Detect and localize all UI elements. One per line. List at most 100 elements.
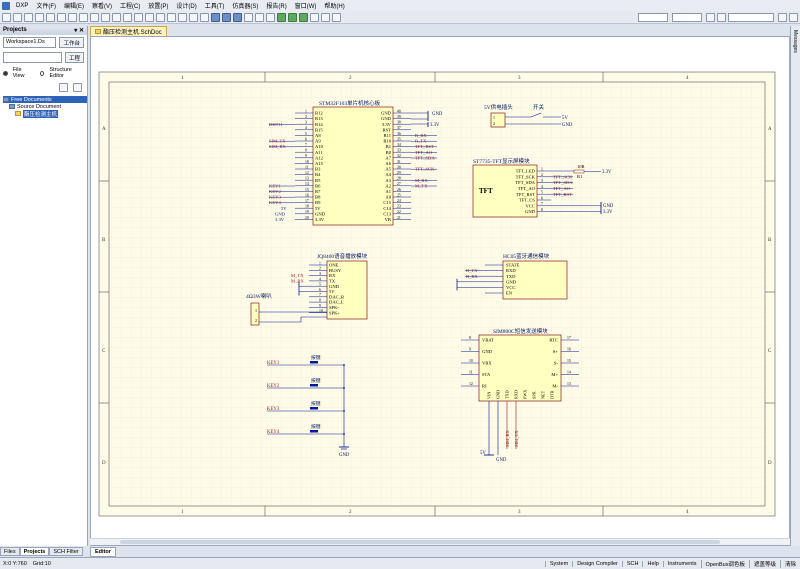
horizontal-scrollbar[interactable] xyxy=(90,538,790,545)
copy-icon[interactable] xyxy=(90,12,99,22)
redo-icon[interactable] xyxy=(178,12,187,22)
save-icon[interactable] xyxy=(24,12,33,22)
speaker-label: 4Ω3W喇叭 xyxy=(246,292,272,300)
menu-tools[interactable]: 工具(T) xyxy=(201,1,229,10)
tab-projects[interactable]: Projects xyxy=(19,547,50,556)
document-tab[interactable]: 酯压检测主机.SchDoc xyxy=(90,26,167,36)
stm32-left-pin-name: B14 xyxy=(315,122,323,127)
sim800-gnd-label: GND xyxy=(496,458,507,463)
messages-side-panel[interactable]: Messages xyxy=(790,26,800,546)
menu-view[interactable]: 察看(V) xyxy=(88,1,116,10)
rubber-stamp-icon[interactable] xyxy=(112,12,121,22)
text-icon[interactable] xyxy=(332,12,341,22)
zoom-selected-icon[interactable] xyxy=(68,12,77,22)
cut-icon[interactable] xyxy=(79,12,88,22)
select-area-icon[interactable] xyxy=(123,12,132,22)
filter-select[interactable] xyxy=(638,12,668,22)
stm32-left-pin-num: 16 xyxy=(305,193,309,197)
project-select[interactable] xyxy=(3,52,62,63)
tree-file-item[interactable]: 酯压检测主机 xyxy=(3,109,87,118)
tab-sch-filter[interactable]: SCH Filter xyxy=(49,547,83,556)
stm32-right-pin-num: 24 xyxy=(397,199,401,203)
undo-icon[interactable] xyxy=(167,12,176,22)
hc05-pin-name: STATE xyxy=(506,263,520,268)
refresh-icon[interactable] xyxy=(59,83,68,92)
bus-entry-icon[interactable] xyxy=(233,12,242,22)
part-icon[interactable] xyxy=(277,12,286,22)
folder-icon xyxy=(9,104,15,109)
hierarchy-icon[interactable] xyxy=(189,12,198,22)
status-tab-help[interactable]: Help xyxy=(642,560,662,567)
project-options-icon[interactable] xyxy=(73,83,82,92)
favorites-icon[interactable] xyxy=(789,12,798,22)
tft-pin-num: 3 xyxy=(541,179,543,183)
panel-close-icon[interactable]: ▾ ✕ xyxy=(74,27,84,34)
tab-files[interactable]: Files xyxy=(0,547,20,556)
sim800-bottom-pin-name: GND xyxy=(496,390,501,399)
back-icon[interactable] xyxy=(706,12,715,22)
sim800-bottom-pin-name: SPK xyxy=(532,391,537,399)
project-tree: Free Documents Source Document 酯压检测主机 xyxy=(0,96,87,118)
status-tab-sch[interactable]: SCH xyxy=(621,560,643,567)
menu-project[interactable]: 工程(C) xyxy=(116,1,144,10)
gnd-port-icon[interactable] xyxy=(255,12,264,22)
paste-icon[interactable] xyxy=(101,12,110,22)
zoom-fit-icon[interactable] xyxy=(46,12,55,22)
speaker-pin-1: 1 xyxy=(255,308,257,313)
schematic-canvas[interactable]: 1 2 3 4 1 2 3 4 A B C D A B C D STM32F10… xyxy=(91,37,791,547)
zoom-area-icon[interactable] xyxy=(57,12,66,22)
stm32-right-pin-name: A6 xyxy=(385,161,391,166)
tft-title: ST7735-TFT显示屏模块 xyxy=(473,157,530,165)
no-erc-icon[interactable] xyxy=(321,12,330,22)
sheet-entry-icon[interactable] xyxy=(299,12,308,22)
wire-icon[interactable] xyxy=(211,12,220,22)
new-icon[interactable] xyxy=(2,12,11,22)
deselect-icon[interactable] xyxy=(145,12,154,22)
print-icon[interactable] xyxy=(35,12,44,22)
net-label-icon[interactable] xyxy=(244,12,253,22)
messages-tab[interactable]: Messages xyxy=(792,30,798,53)
bus-icon[interactable] xyxy=(222,12,231,22)
menu-place[interactable]: 放置(P) xyxy=(144,1,172,10)
address-input[interactable] xyxy=(728,12,774,22)
mask-level[interactable]: 遮盖等级 xyxy=(748,559,780,568)
home-icon[interactable] xyxy=(778,12,787,22)
hc05-pin-name: GND xyxy=(506,279,517,284)
menu-dxp[interactable]: DXP xyxy=(12,3,32,9)
menu-design[interactable]: 设计(D) xyxy=(172,1,200,10)
menu-edit[interactable]: 编辑(E) xyxy=(60,1,88,10)
open-icon[interactable] xyxy=(13,12,22,22)
vcc-port-icon[interactable] xyxy=(266,12,275,22)
port-icon[interactable] xyxy=(310,12,319,22)
workspace-button[interactable]: 工作台 xyxy=(59,37,84,48)
tft-pin-num: 5 xyxy=(541,191,543,195)
clear-button[interactable]: 清除 xyxy=(779,559,800,568)
zoom-select[interactable] xyxy=(672,12,702,22)
status-tab-instruments[interactable]: Instruments xyxy=(662,560,701,567)
key-switch-icon xyxy=(310,430,318,433)
sim800-left-pin-name: STA xyxy=(482,372,491,377)
project-button[interactable]: 工程 xyxy=(64,52,84,63)
status-tab-system[interactable]: System xyxy=(544,560,572,567)
file-view-radio[interactable] xyxy=(3,70,8,76)
menu-reports[interactable]: 报告(R) xyxy=(262,1,290,10)
structure-editor-radio[interactable] xyxy=(39,70,45,76)
cross-probe-icon[interactable] xyxy=(200,12,209,22)
menu-help[interactable]: 帮助(H) xyxy=(320,1,348,10)
move-icon[interactable] xyxy=(134,12,143,22)
schematic-editor[interactable]: 1 2 3 4 1 2 3 4 A B C D A B C D STM32F10… xyxy=(90,36,790,546)
tree-free-documents[interactable]: Free Documents xyxy=(3,96,87,103)
menu-simulator[interactable]: 仿真器(S) xyxy=(228,1,262,10)
scroll-thumb[interactable] xyxy=(120,540,720,544)
menu-file[interactable]: 文件(F) xyxy=(32,1,60,10)
status-tab-openbus[interactable]: OpenBus调色板 xyxy=(700,559,749,568)
workspace-select[interactable]: Workspace1.Ds xyxy=(3,37,57,48)
status-tab-design-compiler[interactable]: Design Compiler xyxy=(572,560,622,567)
menu-window[interactable]: 窗口(W) xyxy=(291,1,321,10)
clear-filter-icon[interactable] xyxy=(156,12,165,22)
forward-icon[interactable] xyxy=(717,12,726,22)
stm32-right-pin-name: A0 xyxy=(385,195,391,200)
editor-tab[interactable]: Editor xyxy=(90,547,116,557)
tft-3v3-vcc-label: 3.3V xyxy=(603,210,613,215)
sheet-symbol-icon[interactable] xyxy=(288,12,297,22)
